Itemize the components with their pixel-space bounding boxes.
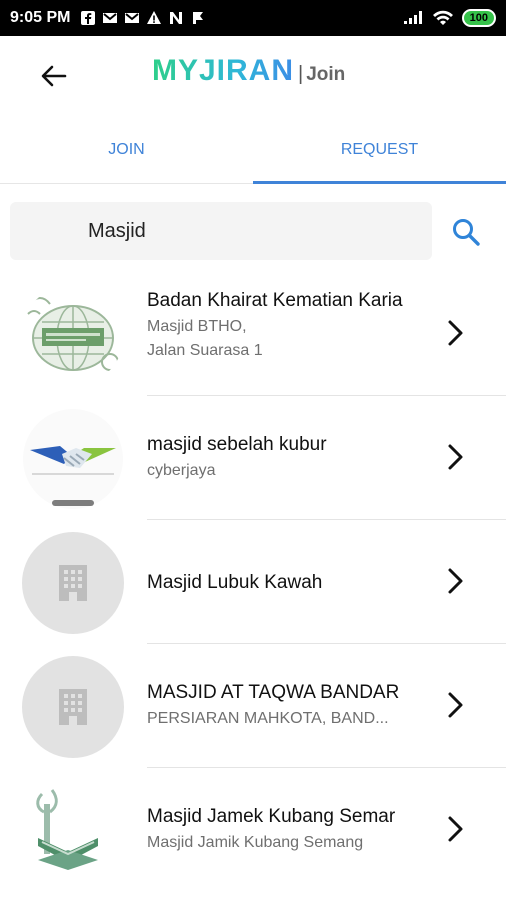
tab-bar: JOIN REQUEST	[0, 116, 506, 184]
brand-separator: |	[298, 63, 304, 85]
tab-join[interactable]: JOIN	[0, 116, 253, 183]
avatar	[22, 284, 124, 386]
book-logo-icon	[22, 780, 124, 882]
item-text: masjid sebelah kubur cyberjaya	[147, 434, 419, 480]
search-button[interactable]	[446, 212, 486, 252]
avatar	[22, 780, 124, 882]
app-bar: MYJIRAN | Join	[0, 36, 506, 116]
signal-icon	[403, 11, 422, 24]
flag-app-icon	[193, 12, 204, 24]
notification-icons	[80, 10, 206, 26]
handshake-logo-icon	[23, 409, 123, 509]
item-title: Masjid Jamek Kubang Semar	[147, 806, 396, 827]
search-icon	[453, 219, 480, 246]
status-time: 9:05 PM	[10, 9, 71, 26]
chevron-right-icon	[448, 320, 463, 346]
item-title: MASJID AT TAQWA BANDAR	[147, 682, 400, 703]
item-title: Badan Khairat Kematian Karia	[147, 290, 403, 311]
status-bar: 9:05 PM 100	[0, 0, 506, 36]
avatar	[22, 408, 124, 510]
gmail-icon-2	[125, 13, 140, 23]
list-item[interactable]: MASJID AT TAQWA BANDAR PERSIARAN MAHKOTA…	[0, 644, 506, 768]
page-subtitle: Join	[306, 64, 346, 85]
item-subtitle: PERSIARAN MAHKOTA, BAND...	[147, 710, 389, 727]
item-title: Masjid Lubuk Kawah	[147, 572, 323, 593]
avatar	[22, 532, 124, 634]
results-list: Badan Khairat Kematian Karia Masjid BTHO…	[0, 272, 506, 892]
item-subtitle: Masjid BTHO,	[147, 318, 247, 335]
globe-logo-icon	[22, 284, 124, 386]
facebook-icon	[81, 11, 96, 25]
back-button[interactable]	[36, 58, 72, 94]
building-placeholder-icon	[59, 565, 87, 601]
arrow-left-icon	[41, 65, 67, 87]
gmail-icon	[103, 13, 118, 23]
brand: MYJIRAN | Join	[152, 54, 345, 88]
item-text: Masjid Jamek Kubang Semar Masjid Jamik K…	[147, 806, 419, 852]
tab-request[interactable]: REQUEST	[253, 116, 506, 184]
building-placeholder-icon	[59, 689, 87, 725]
wifi-icon	[432, 10, 453, 25]
chevron-right-icon	[448, 568, 463, 594]
search-box	[10, 202, 432, 260]
search-input[interactable]	[88, 219, 408, 243]
avatar	[22, 656, 124, 758]
brand-logo: MYJIRAN	[152, 54, 295, 87]
item-title: masjid sebelah kubur	[147, 434, 327, 455]
list-item[interactable]: Masjid Lubuk Kawah	[0, 520, 506, 644]
warning-icon	[147, 11, 162, 24]
chevron-right-icon	[448, 816, 463, 842]
list-item[interactable]: Masjid Jamek Kubang Semar Masjid Jamik K…	[0, 768, 506, 892]
system-status: 100	[402, 9, 496, 27]
chevron-right-icon	[448, 444, 463, 470]
item-subtitle-2: Jalan Suarasa 1	[147, 342, 263, 359]
item-subtitle: Masjid Jamik Kubang Semang	[147, 834, 364, 851]
chevron-right-icon	[448, 692, 463, 718]
item-subtitle: cyberjaya	[147, 462, 216, 479]
list-item[interactable]: Badan Khairat Kematian Karia Masjid BTHO…	[0, 272, 506, 396]
list-item[interactable]: masjid sebelah kubur cyberjaya	[0, 396, 506, 520]
n-app-icon	[170, 12, 183, 24]
battery-indicator: 100	[461, 9, 496, 27]
item-text: Masjid Lubuk Kawah	[147, 572, 419, 594]
item-text: Badan Khairat Kematian Karia Masjid BTHO…	[147, 290, 419, 360]
item-text: MASJID AT TAQWA BANDAR PERSIARAN MAHKOTA…	[147, 682, 419, 728]
